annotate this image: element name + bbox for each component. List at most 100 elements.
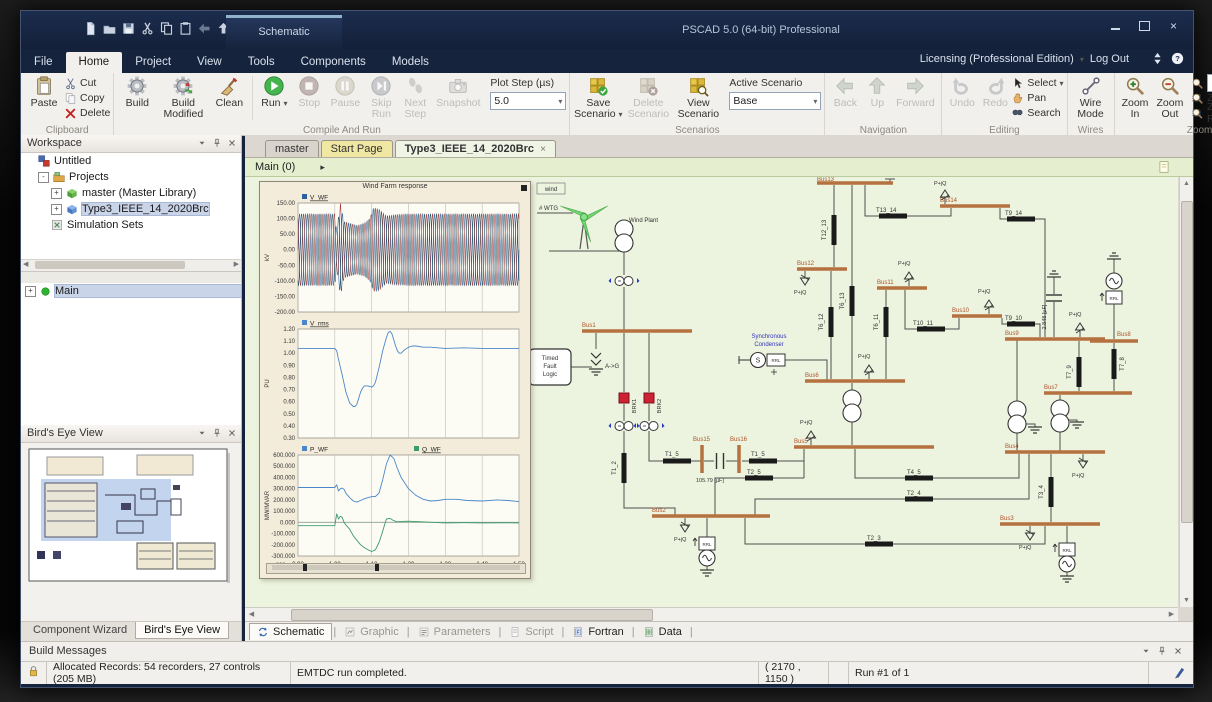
bus-Bus16[interactable]: Bus16 — [730, 437, 748, 473]
tree-item-label[interactable]: Type3_IEEE_14_2020Brc — [82, 203, 209, 215]
line-element-T2_5[interactable]: T2_5 — [745, 470, 773, 481]
bus-Bus4[interactable]: Bus4 — [1005, 444, 1105, 452]
document-tab-type3-ieee-14-2020brc[interactable]: Type3_IEEE_14_2020Brc× — [395, 140, 556, 157]
line-element-T1_2[interactable]: T1_2 — [612, 453, 627, 483]
copy-qat-button[interactable] — [159, 21, 174, 41]
zoom-rectangle-button[interactable]: Zoom Rectangle — [1191, 106, 1212, 120]
bus-Bus13[interactable]: Bus13 — [817, 177, 893, 183]
menu-tab-tools[interactable]: Tools — [235, 52, 288, 73]
panel-pin-button[interactable] — [212, 138, 222, 150]
context-tab-schematic[interactable]: Schematic — [226, 15, 342, 49]
zoom-level-combo[interactable]: 100%▾ — [1207, 74, 1212, 92]
transformer[interactable] — [615, 220, 633, 252]
panel-close-button[interactable] — [227, 428, 237, 440]
panel-pin-button[interactable] — [1157, 646, 1167, 658]
panel-pin-button[interactable] — [212, 428, 222, 440]
dock-tab-component-wizard[interactable]: Component Wizard — [25, 622, 135, 638]
scroll-right-icon[interactable]: ▶ — [234, 260, 239, 268]
line-element-T6_11[interactable]: T6_11 — [874, 307, 889, 337]
scroll-down-icon[interactable]: ▼ — [1180, 594, 1193, 607]
scroll-up-icon[interactable]: ▲ — [1180, 177, 1193, 190]
line-element-T7_8[interactable]: T7_8 — [1112, 349, 1127, 379]
load-pjq[interactable]: P+jQ — [1072, 454, 1088, 479]
paste-qat-button[interactable] — [178, 21, 193, 41]
load-pjq[interactable]: P+jQ — [978, 289, 994, 314]
chart-p_q[interactable]: 600.000500.000400.000300.000200.000100.0… — [261, 444, 529, 575]
line-element-T3_4[interactable]: T3_4 — [1039, 477, 1054, 507]
document-tab-master[interactable]: master — [265, 140, 319, 157]
bus-Bus2[interactable]: Bus2 — [652, 508, 770, 516]
line-element-T2_3[interactable]: T2_3 — [865, 536, 893, 547]
breadcrumb[interactable]: Main (0) ▸ — [245, 157, 1193, 177]
save-scenario-button[interactable]: SaveScenario ▾ — [573, 74, 623, 120]
line-element-T7_9[interactable]: T7_9 — [1067, 357, 1082, 387]
menu-tab-view[interactable]: View — [184, 52, 235, 73]
build-button[interactable]: Build — [117, 74, 157, 109]
bus-Bus11[interactable]: Bus11 — [877, 280, 927, 288]
scenario-spinner-button[interactable] — [1150, 51, 1165, 71]
meter[interactable] — [609, 277, 640, 286]
menu-tab-components[interactable]: Components — [288, 52, 379, 73]
tree-item-master-master-library-[interactable]: + master (Master Library) — [21, 185, 241, 201]
tree-item-projects[interactable]: -Projects — [21, 169, 241, 185]
scroll-right-icon[interactable]: ▶ — [1165, 608, 1178, 621]
load-pjq[interactable]: P+jQ — [674, 518, 690, 543]
dock-tab-bird-s-eye-view[interactable]: Bird's Eye View — [135, 622, 229, 639]
tree-expander-icon[interactable]: + — [51, 188, 62, 199]
tab-close-icon[interactable]: × — [540, 144, 546, 155]
transformer[interactable] — [1051, 400, 1069, 432]
copy-button[interactable]: Copy — [64, 91, 110, 105]
workspace-tree[interactable]: Untitled -Projects + master (Master Library… — [21, 153, 241, 272]
breadcrumb-label[interactable]: Main (0) — [255, 161, 295, 173]
search-button[interactable]: Search — [1011, 106, 1063, 120]
bus-Bus6[interactable]: Bus6 — [805, 373, 905, 381]
transformer[interactable] — [1008, 401, 1026, 433]
plot-frame[interactable]: Wind Farm response 150.00100.0050.000.00… — [259, 181, 531, 579]
panel-close-button[interactable] — [1173, 646, 1183, 658]
plot-frame-minimize[interactable] — [521, 185, 527, 191]
vertical-scrollbar[interactable]: ▲ ▼ — [1179, 177, 1193, 607]
help-button[interactable]: ? — [1170, 51, 1185, 71]
active-scenario-combo[interactable]: Base▾ — [729, 92, 821, 110]
tree-item-main[interactable]: + Main — [21, 283, 241, 299]
timed-fault-logic[interactable]: TimedFaultLogic — [529, 349, 571, 385]
line-element-T2_4[interactable]: T2_4 — [905, 491, 933, 502]
title-bar[interactable]: Schematic PSCAD 5.0 (64-bit) Professiona… — [21, 11, 1193, 49]
horizontal-scrollbar[interactable]: ◀ ▶ — [245, 607, 1178, 621]
build-modified-button[interactable]: BuildModified — [157, 74, 209, 120]
paste-button[interactable]: Paste — [24, 74, 64, 109]
tree-expander-icon[interactable]: + — [25, 286, 36, 297]
select-button[interactable]: Select▾ — [1011, 76, 1063, 90]
panel-menu-button[interactable] — [1141, 646, 1151, 658]
tree-item-label[interactable]: Projects — [69, 171, 109, 183]
open-button[interactable] — [102, 21, 117, 41]
birdseye-minimap[interactable] — [21, 443, 241, 621]
scroll-left-icon[interactable]: ◀ — [23, 260, 28, 268]
minimize-button[interactable] — [1102, 16, 1129, 35]
panel-menu-button[interactable] — [197, 138, 207, 150]
load-pjq[interactable]: P+jQ — [898, 261, 914, 286]
tree-item-type3-ieee-14-2020brc[interactable]: +Type3_IEEE_14_2020Brc — [21, 201, 241, 217]
line-element-T1_5[interactable]: T1_5 — [663, 452, 691, 464]
bus-Bus9[interactable]: Bus9 — [1005, 331, 1105, 339]
tree-hscroll-thumb[interactable] — [35, 261, 185, 269]
tree-item-label[interactable]: Untitled — [54, 155, 91, 167]
view-tab-schematic[interactable]: Schematic — [249, 623, 332, 640]
bus-Bus1[interactable]: Bus1 — [582, 323, 692, 331]
tree-item-label[interactable]: Main — [55, 285, 241, 297]
breadcrumb-caret-icon[interactable]: ▸ — [320, 162, 325, 172]
transformer[interactable] — [843, 390, 861, 422]
plot-step-s--combo[interactable]: 5.0▾ — [490, 92, 566, 110]
load-pjq[interactable]: P+jQ — [1069, 312, 1085, 337]
view-tab-data[interactable]: DData — [636, 624, 689, 640]
schematic-canvas[interactable]: Bus1Bus2Bus3Bus4Bus5Bus6Bus7Bus8Bus9Bus1… — [245, 177, 1178, 607]
bus-Bus7[interactable]: Bus7 — [1044, 385, 1132, 393]
tree-item-label[interactable]: Simulation Sets — [67, 219, 143, 231]
menu-tab-file[interactable]: File — [21, 52, 66, 73]
line-element-T1_5[interactable]: T1_5 — [749, 452, 777, 464]
tree-item-label[interactable]: master (Master Library) — [82, 187, 196, 199]
bus-Bus5[interactable]: Bus5 — [794, 439, 934, 447]
back-qat-button[interactable] — [197, 21, 212, 41]
scroll-left-icon[interactable]: ◀ — [245, 608, 258, 621]
load-pjq[interactable]: P+jQ — [858, 354, 874, 379]
